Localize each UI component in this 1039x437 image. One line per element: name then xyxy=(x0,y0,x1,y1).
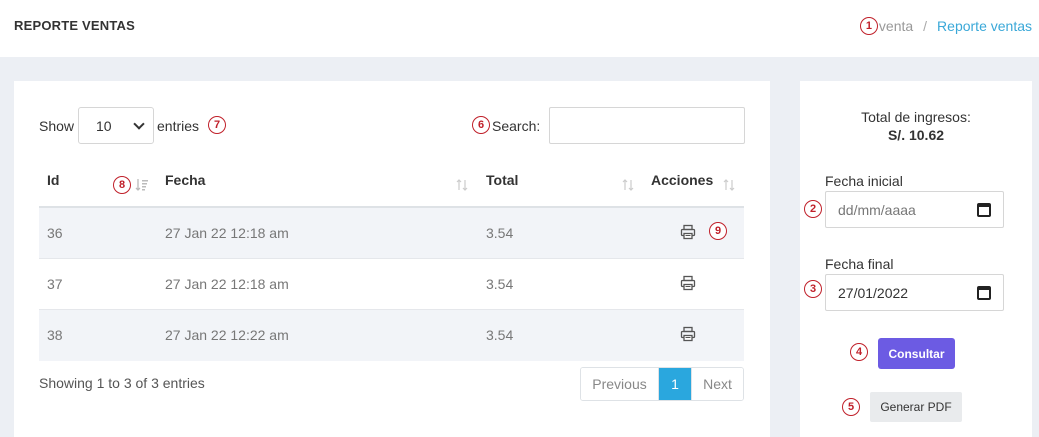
cell-fecha: 27 Jan 22 12:22 am xyxy=(165,327,289,343)
breadcrumb: 1 venta / Reporte ventas xyxy=(859,17,1032,35)
end-date-label: Fecha final xyxy=(825,256,894,272)
end-date-value: 27/01/2022 xyxy=(838,284,909,301)
sales-table-card: Show 10 entries 7 6 Search: Id 8 Fecha T… xyxy=(14,81,770,437)
start-date-placeholder: dd/mm/aaaa xyxy=(838,201,916,218)
print-icon[interactable] xyxy=(680,224,696,240)
annotation-marker-4: 4 xyxy=(850,343,868,361)
cell-total: 3.54 xyxy=(486,225,514,241)
sort-icon[interactable] xyxy=(456,178,468,192)
annotation-marker-1: 1 xyxy=(859,17,878,35)
consultar-button[interactable]: Consultar xyxy=(878,338,955,369)
table-row: 37 27 Jan 22 12:18 am 3.54 xyxy=(39,259,744,310)
column-header-fecha[interactable]: Fecha xyxy=(165,172,205,188)
sort-desc-icon[interactable] xyxy=(135,178,149,192)
annotation-marker-8: 8 xyxy=(113,176,131,194)
next-page-button[interactable]: Next xyxy=(691,368,743,400)
start-date-input[interactable]: dd/mm/aaaa xyxy=(825,191,1004,228)
annotation-marker-6: 6 xyxy=(472,116,490,134)
calendar-icon[interactable] xyxy=(977,285,991,300)
cell-id: 36 xyxy=(47,225,63,241)
start-date-label: Fecha inicial xyxy=(825,173,903,189)
page-title: REPORTE VENTAS xyxy=(14,18,136,33)
cell-total: 3.54 xyxy=(486,327,514,343)
breadcrumb-item-venta[interactable]: venta xyxy=(879,18,913,34)
cell-fecha: 27 Jan 22 12:18 am xyxy=(165,225,289,241)
total-income-label: Total de ingresos: xyxy=(861,109,971,125)
breadcrumb-separator: / xyxy=(923,18,928,34)
end-date-input[interactable]: 27/01/2022 xyxy=(825,274,1004,311)
cell-id: 37 xyxy=(47,276,63,292)
print-icon[interactable] xyxy=(680,275,696,291)
pagination: Previous 1 Next xyxy=(580,367,744,401)
annotation-marker-3: 3 xyxy=(804,280,822,298)
page-size-select[interactable]: 10 xyxy=(78,107,154,144)
print-icon[interactable] xyxy=(680,326,696,342)
cell-id: 38 xyxy=(47,327,63,343)
search-input[interactable] xyxy=(549,107,745,144)
annotation-marker-5: 5 xyxy=(842,398,860,416)
table-row: 36 27 Jan 22 12:18 am 3.54 9 xyxy=(39,208,744,259)
page-header: REPORTE VENTAS 1 venta / Reporte ventas xyxy=(0,0,1039,57)
breadcrumb-item-reporte-ventas[interactable]: Reporte ventas xyxy=(937,18,1032,34)
column-header-acciones[interactable]: Acciones xyxy=(651,172,713,188)
annotation-marker-9: 9 xyxy=(709,222,727,240)
sort-icon[interactable] xyxy=(622,178,634,192)
total-income-value: S/. 10.62 xyxy=(887,127,945,143)
chevron-down-icon xyxy=(133,117,145,130)
cell-fecha: 27 Jan 22 12:18 am xyxy=(165,276,289,292)
column-header-total[interactable]: Total xyxy=(486,172,518,188)
column-header-id[interactable]: Id xyxy=(47,172,59,188)
filter-card: Total de ingresos: S/. 10.62 Fecha inici… xyxy=(800,81,1032,437)
annotation-marker-7: 7 xyxy=(208,116,226,134)
page-1-button[interactable]: 1 xyxy=(659,368,691,400)
table-info: Showing 1 to 3 of 3 entries xyxy=(39,375,205,391)
entries-label: entries xyxy=(157,118,200,134)
calendar-icon[interactable] xyxy=(977,202,991,217)
annotation-marker-2: 2 xyxy=(804,200,822,218)
previous-page-button[interactable]: Previous xyxy=(581,368,659,400)
show-label: Show xyxy=(39,118,75,134)
sort-icon[interactable] xyxy=(723,178,735,192)
cell-total: 3.54 xyxy=(486,276,514,292)
page-size-value: 10 xyxy=(96,117,112,134)
search-label: Search: xyxy=(492,118,541,134)
generate-pdf-button[interactable]: Generar PDF xyxy=(870,392,962,422)
table-row: 38 27 Jan 22 12:22 am 3.54 xyxy=(39,310,744,361)
